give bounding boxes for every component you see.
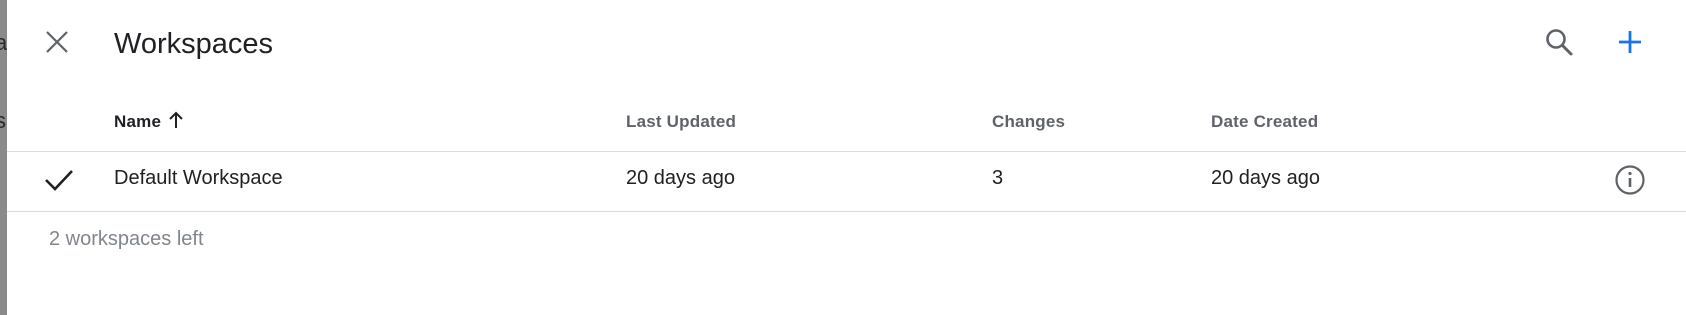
column-header-last-updated[interactable]: Last Updated xyxy=(626,112,736,132)
divider xyxy=(7,211,1686,212)
divider xyxy=(7,151,1686,152)
workspaces-remaining-text: 2 workspaces left xyxy=(49,228,204,250)
search-icon[interactable] xyxy=(1541,24,1577,60)
page-title: Workspaces xyxy=(114,28,274,60)
changes-value: 3 xyxy=(992,167,1004,189)
close-icon[interactable] xyxy=(41,26,73,58)
column-header-name[interactable]: Name xyxy=(114,112,161,132)
workspace-name[interactable]: Default Workspace xyxy=(114,167,283,190)
column-header-changes[interactable]: Changes xyxy=(992,112,1065,132)
workspaces-dialog: Workspaces Name Last Updated Changes Dat… xyxy=(7,0,1686,315)
add-icon[interactable] xyxy=(1612,24,1648,60)
date-created-value: 20 days ago xyxy=(1211,167,1320,189)
sort-ascending-icon[interactable] xyxy=(167,110,185,130)
background-text-fragment: a xyxy=(0,30,7,55)
info-icon[interactable] xyxy=(1613,163,1647,197)
check-icon xyxy=(43,164,75,196)
last-updated-value: 20 days ago xyxy=(626,167,735,189)
background-text-fragment: s xyxy=(0,108,6,133)
column-header-date-created[interactable]: Date Created xyxy=(1211,112,1318,132)
background-page: a s xyxy=(0,0,7,315)
